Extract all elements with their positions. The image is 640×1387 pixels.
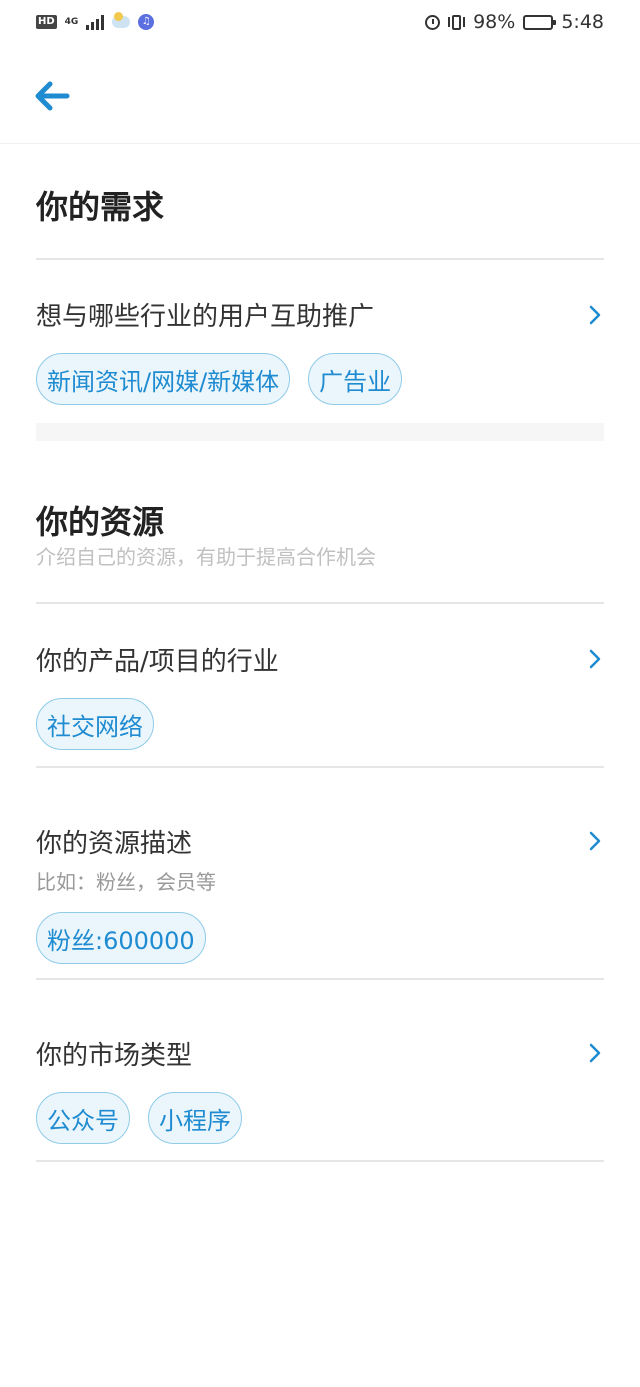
chevron-right-icon xyxy=(589,1043,601,1063)
divider xyxy=(36,602,604,604)
status-bar: HD 4G ♫ 98% 5:48 xyxy=(0,0,640,44)
chevron-right-icon xyxy=(589,305,601,325)
back-button[interactable] xyxy=(30,74,74,118)
row-label: 你的资源描述 xyxy=(36,829,193,859)
divider xyxy=(36,978,604,980)
section-gap xyxy=(36,423,604,441)
divider xyxy=(36,766,604,768)
chevron-right-icon xyxy=(589,649,601,669)
network-type: 4G xyxy=(64,16,79,27)
divider xyxy=(36,258,604,260)
divider xyxy=(36,1160,604,1162)
nav-bar xyxy=(0,44,640,144)
row-label: 你的产品/项目的行业 xyxy=(36,647,279,677)
hd-badge: HD xyxy=(36,15,57,29)
clock-time: 5:48 xyxy=(561,11,604,33)
resources-section-subtitle: 介绍自己的资源，有助于提高合作机会 xyxy=(36,545,376,569)
weather-icon xyxy=(112,12,131,28)
alarm-icon xyxy=(425,14,441,30)
vibrate-icon xyxy=(448,14,466,30)
tag[interactable]: 粉丝:600000 xyxy=(36,912,206,964)
arrow-left-icon xyxy=(35,81,70,111)
music-app-icon: ♫ xyxy=(138,14,155,30)
resources-section-title: 你的资源 xyxy=(36,503,165,541)
status-right: 98% 5:48 xyxy=(425,11,604,33)
market-type-row[interactable]: 你的市场类型 公众号 小程序 xyxy=(36,1035,604,1144)
battery-icon xyxy=(523,14,557,30)
resource-description-row[interactable]: 你的资源描述 比如：粉丝，会员等 粉丝:600000 xyxy=(36,823,604,964)
row-hint: 比如：粉丝，会员等 xyxy=(36,870,216,894)
status-left: HD 4G ♫ xyxy=(36,12,155,30)
tag[interactable]: 新闻资讯/网媒/新媒体 xyxy=(36,353,291,405)
tag[interactable]: 小程序 xyxy=(148,1092,242,1144)
tag-list: 公众号 小程序 xyxy=(36,1092,604,1144)
row-label: 你的市场类型 xyxy=(36,1041,193,1071)
tag-list: 粉丝:600000 xyxy=(36,912,604,964)
product-industry-row[interactable]: 你的产品/项目的行业 社交网络 xyxy=(36,641,604,750)
tag[interactable]: 公众号 xyxy=(36,1092,130,1144)
battery-percent: 98% xyxy=(473,11,516,33)
tag[interactable]: 社交网络 xyxy=(36,698,154,750)
tag-list: 新闻资讯/网媒/新媒体 广告业 xyxy=(36,353,604,405)
industry-preference-row[interactable]: 想与哪些行业的用户互助推广 新闻资讯/网媒/新媒体 广告业 xyxy=(36,296,604,405)
chevron-right-icon xyxy=(589,831,601,851)
tag[interactable]: 广告业 xyxy=(308,353,403,405)
demand-section-title: 你的需求 xyxy=(36,188,165,226)
row-label: 想与哪些行业的用户互助推广 xyxy=(36,302,375,332)
tag-list: 社交网络 xyxy=(36,698,604,750)
signal-icon xyxy=(86,14,105,30)
